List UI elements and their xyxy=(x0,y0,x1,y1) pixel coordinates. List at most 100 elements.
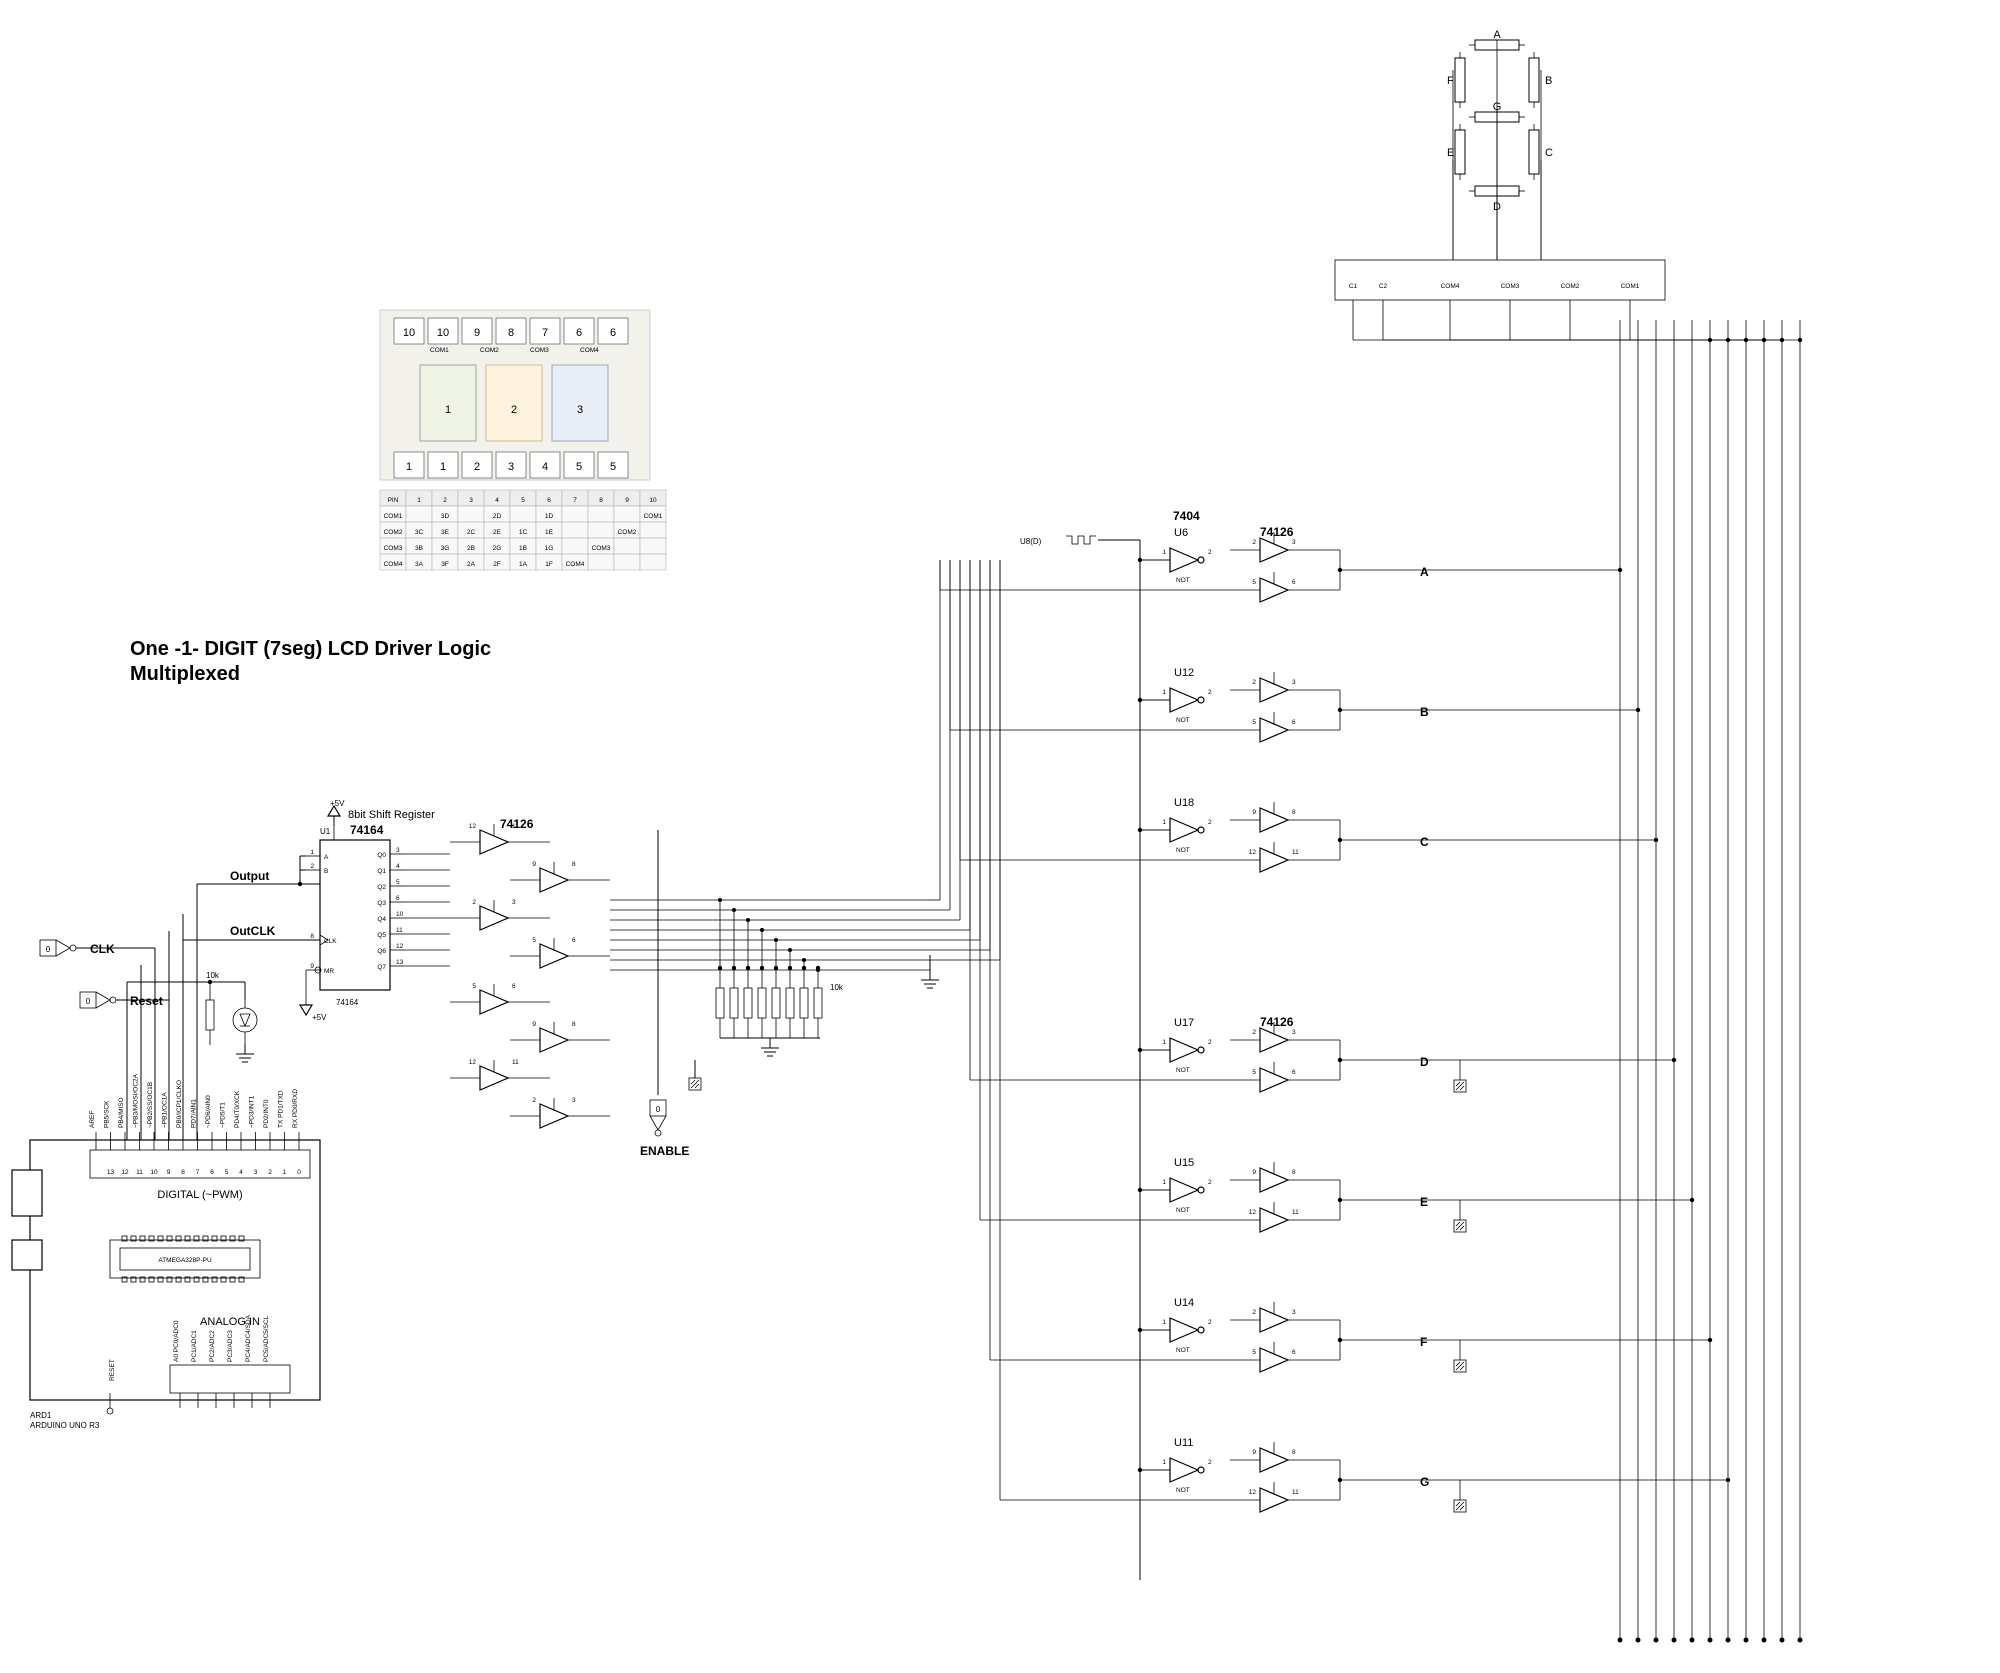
svg-text:ATMEGA328P-PU: ATMEGA328P-PU xyxy=(158,1257,212,1264)
svg-text:~PB1/OC1A: ~PB1/OC1A xyxy=(162,1092,169,1128)
lcd-com-drops xyxy=(1353,315,1802,342)
svg-text:E: E xyxy=(1420,1195,1428,1209)
segment-rails xyxy=(1618,320,1803,1643)
svg-text:7: 7 xyxy=(573,497,577,504)
svg-text:10: 10 xyxy=(437,327,449,339)
shift-register: +5V 8bit Shift Register U1 74164 1A2B8CL… xyxy=(300,799,435,1022)
svg-text:2: 2 xyxy=(532,1097,536,1104)
svg-text:8bit Shift Register: 8bit Shift Register xyxy=(348,809,435,821)
svg-text:2: 2 xyxy=(1208,1039,1212,1046)
svg-text:2: 2 xyxy=(474,461,480,473)
diode xyxy=(233,1000,257,1062)
clk-label: CLK xyxy=(90,942,115,956)
svg-text:6: 6 xyxy=(576,327,582,339)
svg-text:U14: U14 xyxy=(1174,1297,1194,1309)
svg-text:RESET: RESET xyxy=(109,1359,116,1381)
svg-text:8: 8 xyxy=(508,327,514,339)
svg-text:3: 3 xyxy=(469,497,473,504)
svg-text:1: 1 xyxy=(1162,549,1166,556)
svg-text:5: 5 xyxy=(472,983,476,990)
svg-text:3: 3 xyxy=(508,461,514,473)
svg-text:5: 5 xyxy=(576,461,582,473)
svg-text:F: F xyxy=(1420,1335,1427,1349)
svg-text:PC1/ADC1: PC1/ADC1 xyxy=(191,1330,198,1362)
svg-text:1: 1 xyxy=(417,497,421,504)
reset-probe xyxy=(80,992,116,1008)
svg-text:7: 7 xyxy=(196,1169,200,1176)
svg-text:3: 3 xyxy=(572,1097,576,1104)
svg-text:COM2: COM2 xyxy=(480,347,499,354)
svg-text:COM3: COM3 xyxy=(530,347,549,354)
svg-text:13: 13 xyxy=(107,1169,115,1176)
svg-text:9: 9 xyxy=(1252,1169,1256,1176)
svg-text:Q5: Q5 xyxy=(377,932,386,939)
clk-probe xyxy=(40,940,76,956)
svg-text:MR: MR xyxy=(324,968,334,975)
svg-text:8: 8 xyxy=(572,1021,576,1028)
svg-text:3D: 3D xyxy=(441,513,450,520)
svg-text:NOT: NOT xyxy=(1176,717,1190,724)
svg-text:6: 6 xyxy=(210,1169,214,1176)
svg-text:3: 3 xyxy=(1292,1309,1296,1316)
svg-text:74126: 74126 xyxy=(1260,1015,1294,1029)
svg-text:2: 2 xyxy=(268,1169,272,1176)
svg-text:3B: 3B xyxy=(415,545,423,552)
svg-text:8: 8 xyxy=(599,497,603,504)
svg-text:0: 0 xyxy=(297,1169,301,1176)
svg-text:3E: 3E xyxy=(441,529,450,536)
svg-text:ARDUINO UNO R3: ARDUINO UNO R3 xyxy=(30,1421,100,1430)
svg-text:1: 1 xyxy=(1162,1039,1166,1046)
svg-text:COM1: COM1 xyxy=(1621,283,1640,290)
outclk-label: OutCLK xyxy=(230,924,276,938)
svg-text:COM4: COM4 xyxy=(566,561,585,568)
svg-text:5: 5 xyxy=(1252,1069,1256,1076)
svg-text:6: 6 xyxy=(1292,579,1296,586)
svg-text:1A: 1A xyxy=(519,561,528,568)
svg-text:12: 12 xyxy=(1249,849,1257,856)
svg-text:1D: 1D xyxy=(545,513,554,520)
lcd-pinout-figure: 101098766 COM1COM2COM3COM4 1 2 3 1123455 xyxy=(380,310,650,480)
svg-text:U17: U17 xyxy=(1174,1017,1194,1029)
svg-text:9: 9 xyxy=(625,497,629,504)
svg-text:10: 10 xyxy=(396,911,404,918)
svg-text:PC2/ADC2: PC2/ADC2 xyxy=(209,1330,216,1362)
svg-text:C: C xyxy=(1545,147,1553,159)
svg-text:11: 11 xyxy=(396,927,403,934)
svg-text:2: 2 xyxy=(1208,689,1212,696)
svg-text:8: 8 xyxy=(1292,809,1296,816)
svg-text:C2: C2 xyxy=(1379,283,1388,290)
output-label: Output xyxy=(230,869,269,883)
svg-text:PC4/ADC4/SDA: PC4/ADC4/SDA xyxy=(245,1314,252,1362)
enable-probe xyxy=(650,1100,666,1136)
svg-text:PD2/INT0: PD2/INT0 xyxy=(263,1099,270,1128)
svg-text:9: 9 xyxy=(532,861,536,868)
svg-text:8: 8 xyxy=(181,1169,185,1176)
svg-text:12: 12 xyxy=(1249,1209,1257,1216)
svg-text:NOT: NOT xyxy=(1176,1347,1190,1354)
lcd-panel: A F B G E C D C1C2COM4COM3COM2COM1 xyxy=(1335,29,1665,315)
svg-text:5: 5 xyxy=(225,1169,229,1176)
svg-text:PB4/MISO: PB4/MISO xyxy=(118,1097,125,1128)
svg-text:6: 6 xyxy=(572,937,576,944)
svg-text:6: 6 xyxy=(512,983,516,990)
svg-text:AREF: AREF xyxy=(89,1111,96,1128)
svg-text:2: 2 xyxy=(1208,1319,1212,1326)
u8d-probe: U8(D) xyxy=(1020,536,1140,546)
svg-text:NOT: NOT xyxy=(1176,577,1190,584)
svg-text:1: 1 xyxy=(283,1169,287,1176)
svg-text:8: 8 xyxy=(572,861,576,868)
svg-text:2: 2 xyxy=(443,497,447,504)
svg-text:9: 9 xyxy=(167,1169,171,1176)
svg-text:COM4: COM4 xyxy=(384,561,403,568)
svg-text:2E: 2E xyxy=(493,529,502,536)
svg-text:12: 12 xyxy=(121,1169,129,1176)
svg-text:COM2: COM2 xyxy=(1561,283,1580,290)
svg-text:~PD6/AIN0: ~PD6/AIN0 xyxy=(205,1095,212,1128)
svg-text:5: 5 xyxy=(1252,1349,1256,1356)
svg-text:1G: 1G xyxy=(545,545,554,552)
svg-text:2: 2 xyxy=(1252,1029,1256,1036)
svg-text:1: 1 xyxy=(440,461,446,473)
svg-text:7: 7 xyxy=(542,327,548,339)
svg-text:2: 2 xyxy=(1252,539,1256,546)
svg-text:PD7/AIN1: PD7/AIN1 xyxy=(191,1099,198,1128)
